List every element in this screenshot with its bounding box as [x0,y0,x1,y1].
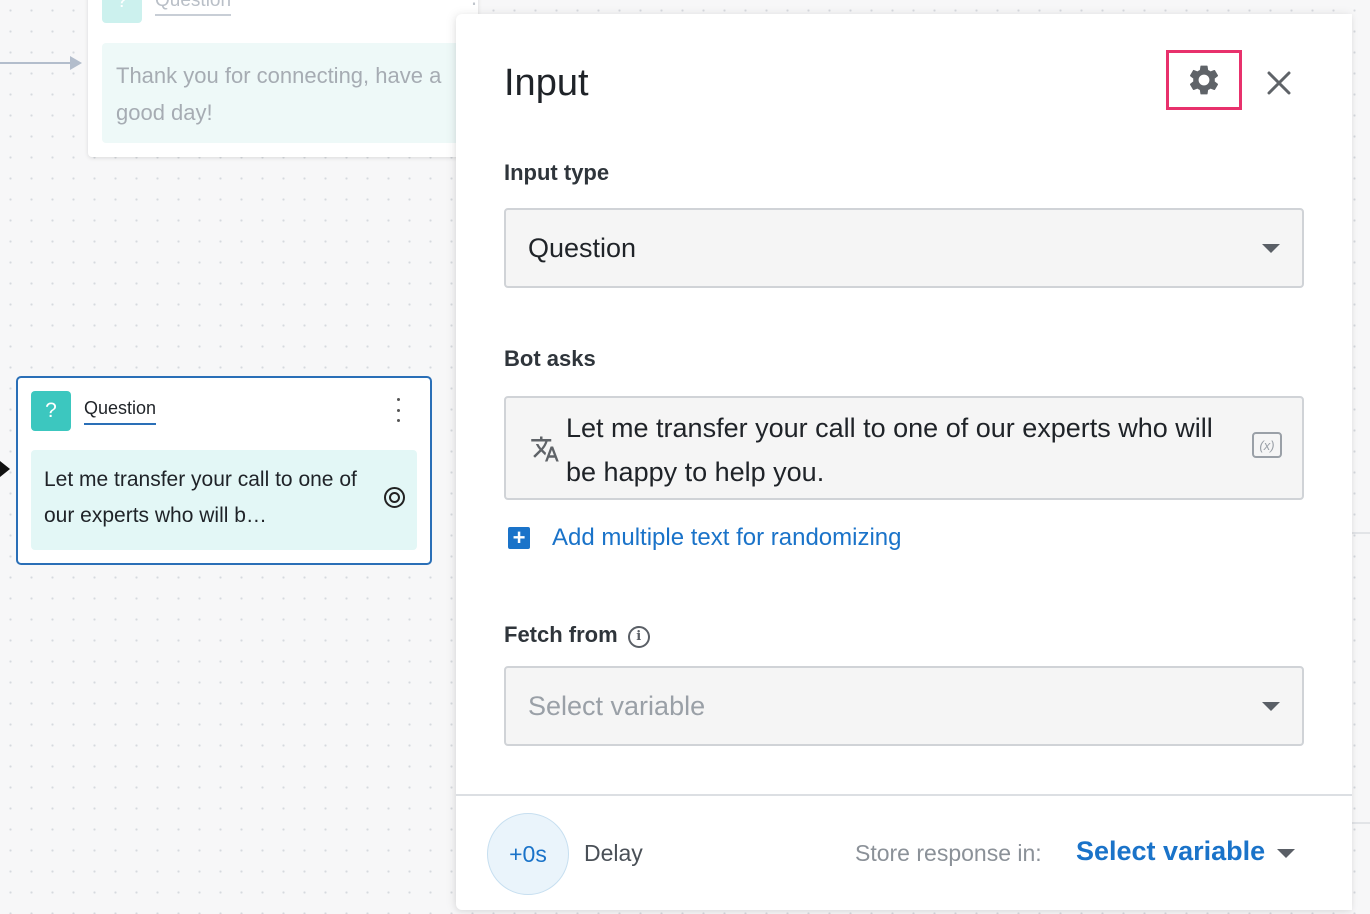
translate-icon[interactable] [530,434,560,464]
caret-down-icon [1262,702,1280,711]
close-button[interactable] [1262,66,1296,100]
close-icon [1267,71,1291,95]
divider [1352,822,1370,824]
incoming-arrow-icon [0,461,10,477]
input-type-label: Input type [504,160,610,185]
input-settings-panel: Input Input type Question Bot asks Let m… [456,14,1352,910]
bot-asks-text: Let me transfer your call to one of our … [566,413,1213,487]
node-message-bubble: Let me transfer your call to one of our … [31,450,417,550]
delay-button[interactable]: +0s [487,813,569,895]
fetch-from-label: Fetch from [504,622,618,647]
store-response-label: Store response in: [855,840,1042,866]
more-vertical-icon[interactable] [388,398,408,422]
bot-asks-field[interactable]: Let me transfer your call to one of our … [504,396,1304,500]
question-mark-icon: ? [31,391,71,431]
add-multiple-text-link[interactable]: + Add multiple text for randomizing [504,524,902,552]
divider [1352,532,1370,534]
bot-asks-label: Bot asks [504,346,596,371]
more-vertical-icon[interactable]: ⋮ [464,0,484,7]
caret-down-icon [1262,244,1280,253]
input-type-value: Question [528,232,637,263]
connector-line [0,62,74,64]
insert-variable-icon[interactable]: (x) [1252,432,1282,458]
fetch-from-placeholder: Select variable [528,690,706,721]
panel-title: Input [504,62,589,104]
info-icon[interactable]: i [627,625,650,648]
node-type-label: Question [84,398,157,425]
panel-footer: +0s Delay Store response in: Select vari… [456,794,1352,910]
add-multiple-text-label: Add multiple text for randomizing [552,524,902,551]
node-type-label: Question [155,0,232,16]
settings-button[interactable] [1166,50,1242,110]
store-response-select[interactable]: Select variable [1076,836,1265,867]
caret-down-icon[interactable] [1277,849,1295,858]
arrow-right-icon [70,56,82,70]
plus-icon: + [508,527,530,549]
fetch-from-select[interactable]: Select variable [504,666,1304,746]
node-message: Let me transfer your call to one of our … [44,468,357,527]
question-node-previous[interactable]: ? Question ⋮ Thank you for connecting, h… [88,0,484,157]
question-mark-icon: ? [102,0,142,23]
node-message: Thank you for connecting, have a good da… [102,43,472,143]
gear-icon [1189,65,1219,95]
delay-label: Delay [584,840,643,866]
input-type-select[interactable]: Question [504,208,1304,288]
question-node-selected[interactable]: ? Question Let me transfer your call to … [16,376,432,565]
fetch-from-label-row: Fetch from i [504,622,650,648]
target-icon[interactable] [384,487,405,508]
